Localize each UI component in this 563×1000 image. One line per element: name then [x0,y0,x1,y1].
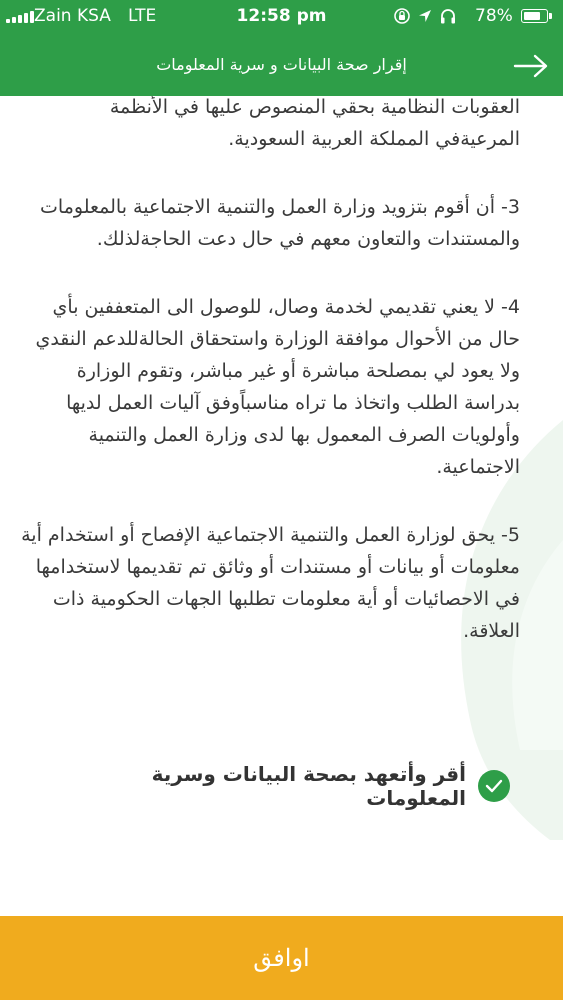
status-bar: Zain KSA LTE 12:58 pm 78% [0,0,563,32]
battery-percent: 78% [475,6,513,26]
acknowledge-checkbox[interactable]: أقر وأتعهد بصحة البيانات وسرية المعلومات [60,762,510,810]
declaration-item-3: 3- أن أقوم بتزويد وزارة العمل والتنمية ا… [40,196,520,250]
back-button[interactable] [508,44,554,88]
rotation-lock-icon [394,8,410,24]
arrow-right-icon [513,54,548,78]
battery-icon [521,9,552,23]
app-header: Zain KSA LTE 12:58 pm 78% إقرار صحة البي… [0,0,563,96]
acknowledge-label: أقر وأتعهد بصحة البيانات وسرية المعلومات [151,762,466,810]
page-title: إقرار صحة البيانات و سرية المعلومات [156,55,407,74]
agree-button[interactable]: اوافق [0,916,563,1000]
declaration-item-4: 4- لا يعني تقديمي لخدمة وصال، للوصول الى… [35,296,520,478]
status-icons [393,7,457,25]
declaration-fragment: العقوبات النظامية بحقي المنصوص عليها في … [109,96,520,150]
check-circle-icon[interactable] [478,770,510,802]
headphones-icon [441,9,455,24]
declaration-item-5: 5- يحق لوزارة العمل والتنمية الاجتماعية … [21,524,520,642]
location-icon [419,10,431,22]
